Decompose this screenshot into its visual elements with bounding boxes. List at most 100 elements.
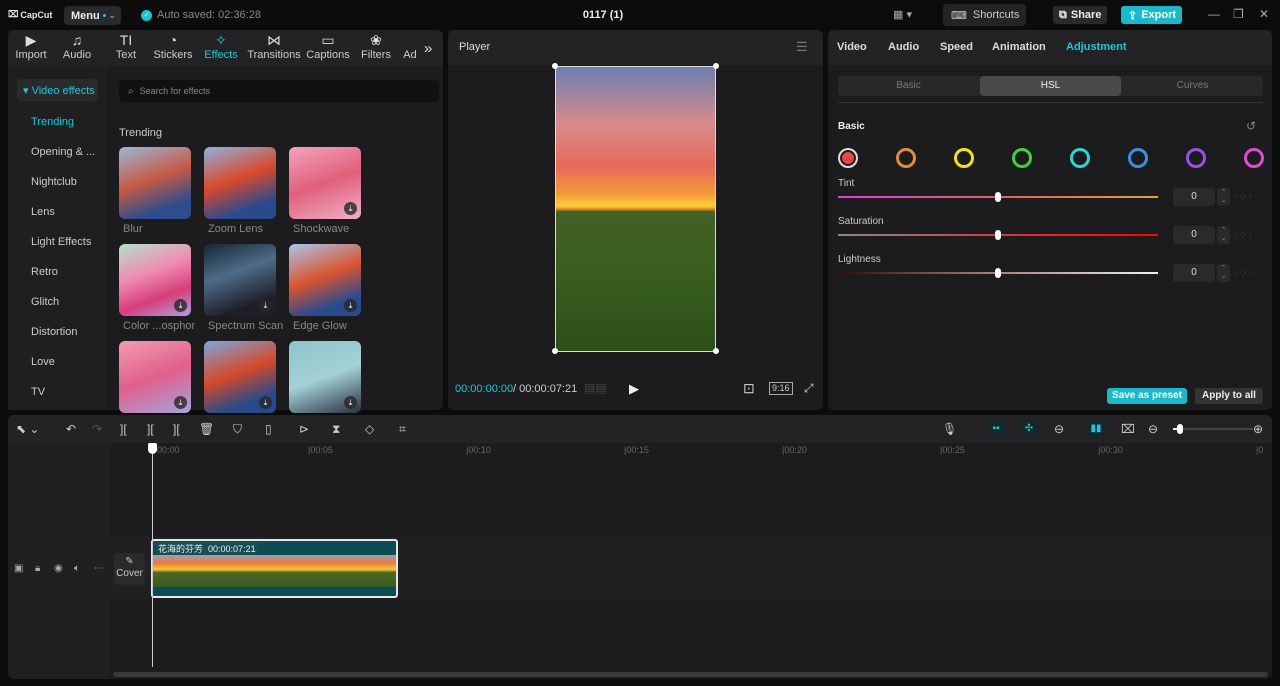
crop-icon[interactable]: ⌗ [399, 422, 406, 437]
effect-thumbnail[interactable]: ⤓ [289, 341, 361, 413]
link-icon[interactable]: ⊖ [1054, 422, 1064, 436]
video-effects-header[interactable]: ▾ Video effects [17, 79, 98, 101]
download-icon[interactable]: ⤓ [174, 396, 187, 409]
menu-button[interactable]: Menu ⌄ [64, 6, 121, 25]
delete-right-icon[interactable]: ][ [173, 422, 180, 436]
hsl-swatch[interactable] [1244, 148, 1264, 168]
tab-captions[interactable]: ▭ Captions [306, 32, 350, 66]
shortcuts-button[interactable]: ⌨ Shortcuts [943, 4, 1026, 26]
waveform-icon[interactable]: ▤▤ [584, 381, 607, 395]
keyframe-icon[interactable]: ‹ ◇ › [1234, 229, 1252, 240]
rotate-icon[interactable]: ◇ [365, 422, 374, 436]
category-light-effects[interactable]: Light Effects [31, 236, 91, 248]
category-love[interactable]: Love [31, 356, 55, 368]
tab-audio[interactable]: ♫ Audio [60, 32, 94, 66]
subtab-curves[interactable]: Curves [1122, 76, 1263, 96]
value-stepper[interactable]: ⌃ ⌄ [1217, 226, 1230, 244]
share-button[interactable]: ⧉ Share [1053, 6, 1107, 24]
tab-video[interactable]: Video [837, 41, 867, 53]
freeze-icon[interactable]: ▯ [265, 422, 272, 436]
reverse-icon[interactable]: ⊳ [299, 422, 309, 436]
zoom-slider[interactable] [1173, 428, 1253, 430]
zoom-in-icon[interactable]: ⊕ [1253, 422, 1263, 436]
download-icon[interactable]: ⤓ [259, 299, 272, 312]
slider-value-input[interactable]: 0 [1173, 188, 1215, 206]
hsl-swatch[interactable] [1186, 148, 1206, 168]
delete-icon[interactable]: 🗑 [199, 422, 214, 436]
auto-snap-icon[interactable]: ✣ [1020, 420, 1038, 438]
track-video-icon[interactable]: ▣ [14, 563, 23, 574]
subtab-basic[interactable]: Basic [838, 76, 979, 96]
download-icon[interactable]: ⤓ [174, 299, 187, 312]
effect-thumbnail[interactable]: ⤓ [289, 147, 361, 219]
tab-adjustment[interactable]: Adjustment [1066, 41, 1127, 53]
tab-animation[interactable]: Animation [992, 41, 1046, 53]
effect-thumbnail[interactable]: ⤓ [119, 244, 191, 316]
category-lens[interactable]: Lens [31, 206, 55, 218]
apply-to-all-button[interactable]: Apply to all [1195, 388, 1263, 404]
mark-icon[interactable]: ⛉ [233, 422, 242, 437]
download-icon[interactable]: ⤓ [344, 299, 357, 312]
lock-icon[interactable]: 🔒︎ [35, 563, 40, 574]
category-glitch[interactable]: Glitch [31, 296, 59, 308]
hsl-swatch[interactable] [1070, 148, 1090, 168]
microphone-icon[interactable]: 🎙 [942, 422, 957, 436]
zoom-out-icon[interactable]: ⊖ [1148, 422, 1158, 436]
maximize-icon[interactable]: ❐ [1233, 7, 1244, 21]
delete-left-icon[interactable]: ][ [147, 422, 154, 436]
cover-button[interactable]: ✎ Cover [114, 553, 145, 585]
download-icon[interactable]: ⤓ [344, 202, 357, 215]
hsl-swatch[interactable] [954, 148, 974, 168]
playhead[interactable] [152, 443, 153, 667]
effect-thumbnail[interactable] [119, 147, 191, 219]
hamburger-menu-icon[interactable]: ☰ [796, 39, 808, 55]
effects-search-input[interactable]: ⌕ Search for effects [119, 80, 439, 102]
caption-search-icon[interactable]: ⌧ [1121, 422, 1135, 436]
redo-icon[interactable]: ↷ [92, 422, 102, 436]
download-icon[interactable]: ⤓ [259, 396, 272, 409]
category-retro[interactable]: Retro [31, 266, 58, 278]
effect-thumbnail[interactable] [204, 147, 276, 219]
hsl-swatch[interactable] [1128, 148, 1148, 168]
slider-knob[interactable] [995, 230, 1001, 240]
hsl-swatch[interactable] [838, 148, 858, 168]
tab-speed[interactable]: Speed [940, 41, 973, 53]
slider-knob[interactable] [995, 192, 1001, 202]
layout-icon[interactable]: ▦ ▾ [893, 8, 912, 21]
resize-handle-br[interactable] [713, 348, 719, 354]
fullscreen-icon[interactable]: ⤢ [804, 381, 814, 396]
mirror-icon[interactable]: ⧗ [332, 422, 340, 437]
resize-handle-tr[interactable] [713, 63, 719, 69]
slider-knob[interactable] [995, 268, 1001, 278]
effect-thumbnail[interactable]: ⤓ [204, 341, 276, 413]
slider-value-input[interactable]: 0 [1173, 264, 1215, 282]
speaker-icon[interactable]: 🔈︎ [74, 563, 80, 574]
more-tabs-icon[interactable]: » [424, 40, 432, 57]
undo-icon[interactable]: ↶ [66, 422, 76, 436]
save-as-preset-button[interactable]: Save as preset [1107, 388, 1187, 404]
eye-icon[interactable]: ◉ [54, 563, 63, 574]
tab-filters[interactable]: ❀ Filters [360, 32, 392, 66]
value-stepper[interactable]: ⌃ ⌄ [1217, 264, 1230, 282]
video-clip[interactable]: 花海的芬芳 00:00:07:21 [151, 539, 398, 598]
tab-audio[interactable]: Audio [888, 41, 919, 53]
reset-icon[interactable]: ↺ [1246, 119, 1256, 133]
export-button[interactable]: ⇪ Export [1121, 6, 1182, 24]
video-preview[interactable] [555, 66, 716, 352]
resize-handle-bl[interactable] [552, 348, 558, 354]
category-trending[interactable]: Trending [31, 116, 74, 128]
aspect-ratio-button[interactable]: 9:16 [769, 382, 793, 395]
close-icon[interactable]: ✕ [1259, 7, 1269, 21]
tab-adjustment[interactable]: Ad [403, 32, 417, 66]
effect-thumbnail[interactable]: ⤓ [119, 341, 191, 413]
hsl-swatch[interactable] [1012, 148, 1032, 168]
play-icon[interactable]: ▶ [629, 381, 639, 397]
timeline-scrollbar[interactable] [113, 672, 1268, 677]
slider-value-input[interactable]: 0 [1173, 226, 1215, 244]
subtab-hsl[interactable]: HSL [980, 76, 1121, 96]
preview-axis-icon[interactable]: ▮▮ [1087, 420, 1105, 438]
download-icon[interactable]: ⤓ [344, 396, 357, 409]
more-icon[interactable]: ⋯ [94, 563, 104, 574]
category-opening[interactable]: Opening & ... [31, 146, 95, 158]
playhead-handle[interactable] [148, 443, 157, 454]
